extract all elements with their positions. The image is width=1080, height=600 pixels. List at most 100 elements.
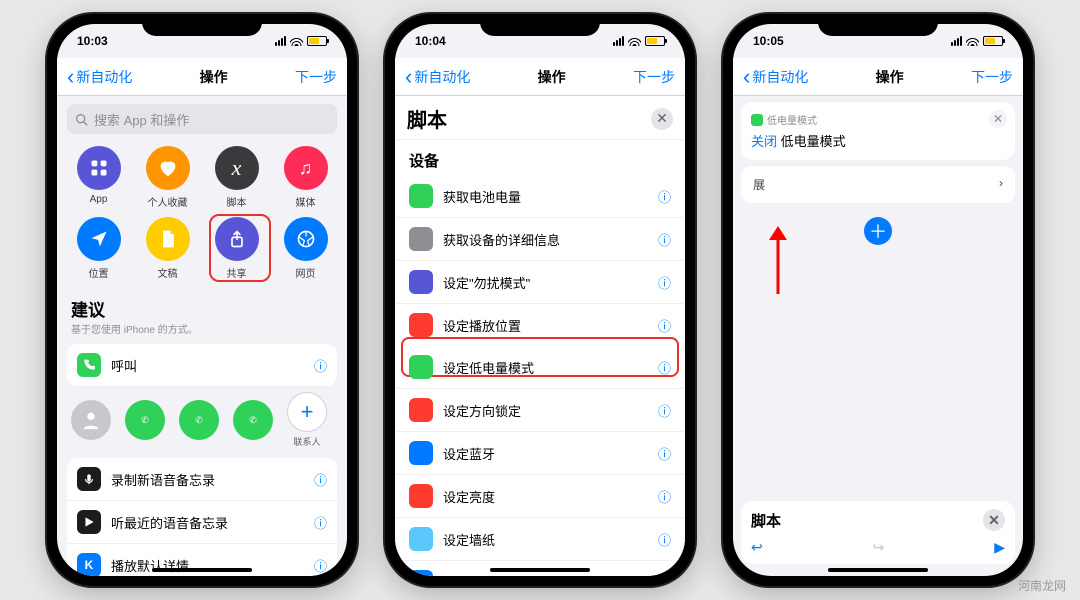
script-item[interactable]: 设定亮度ⓘ	[395, 474, 685, 517]
scripts-header: 脚本	[407, 104, 447, 133]
contact-avatar[interactable]	[71, 400, 111, 440]
footer-close-button[interactable]: ✕	[983, 509, 1005, 531]
add-action-button[interactable]: ＋	[864, 217, 892, 245]
category-App[interactable]: App	[67, 146, 130, 209]
category-共享[interactable]: 共享	[205, 217, 268, 280]
next-button[interactable]: 下一步	[295, 67, 337, 87]
delete-action-button[interactable]: ✕	[989, 110, 1007, 128]
footer-panel[interactable]: 脚本✕ ↩ ↪ ▶	[741, 501, 1015, 564]
script-item[interactable]: 获取设备的详细信息ⓘ	[395, 217, 685, 260]
info-icon[interactable]: ⓘ	[658, 487, 671, 506]
contact-call-2[interactable]: ✆	[179, 400, 219, 440]
back-button[interactable]: 新自动化	[67, 67, 132, 87]
watermark: 河南龙网	[1018, 577, 1066, 594]
category-icon: ♫	[284, 146, 328, 190]
suggestion-row[interactable]: 听最近的语音备忘录ⓘ	[67, 500, 337, 543]
suggestions-title: 建议	[67, 294, 337, 321]
script-item[interactable]: 设定"勿扰模式"ⓘ	[395, 260, 685, 303]
search-input[interactable]: 搜索 App 和操作	[67, 104, 337, 134]
nav-bar: 新自动化 操作 下一步	[395, 58, 685, 96]
expand-row[interactable]: 展 ›	[741, 166, 1015, 203]
script-icon	[409, 184, 433, 208]
app-icon	[77, 467, 101, 491]
category-个人收藏[interactable]: 个人收藏	[136, 146, 199, 209]
script-icon	[409, 227, 433, 251]
info-icon[interactable]: ⓘ	[658, 273, 671, 292]
play-button[interactable]: ▶	[994, 539, 1005, 556]
search-icon	[75, 113, 88, 126]
script-icon	[409, 527, 433, 551]
info-icon[interactable]: ⓘ	[658, 401, 671, 420]
home-indicator[interactable]	[490, 568, 590, 572]
battery-icon	[307, 36, 327, 46]
script-icon	[409, 484, 433, 508]
suggestions-subtitle: 基于您使用 iPhone 的方式。	[67, 321, 337, 344]
home-indicator[interactable]	[152, 568, 252, 572]
notch	[818, 14, 938, 36]
app-icon: K	[77, 553, 101, 576]
category-icon	[146, 217, 190, 261]
status-time: 10:04	[415, 34, 446, 48]
script-icon	[409, 270, 433, 294]
action-keyword[interactable]: 关闭	[751, 134, 777, 149]
nav-title: 操作	[538, 67, 566, 87]
action-card-low-power[interactable]: 低电量模式 ✕ 关闭 低电量模式	[741, 102, 1015, 160]
redo-button: ↪	[873, 539, 885, 556]
script-item[interactable]: 设定播放位置ⓘ	[395, 303, 685, 346]
category-媒体[interactable]: ♫媒体	[274, 146, 337, 209]
info-icon[interactable]: ⓘ	[658, 530, 671, 549]
next-button[interactable]: 下一步	[633, 67, 675, 87]
close-button[interactable]: ✕	[651, 108, 673, 130]
category-位置[interactable]: 位置	[67, 217, 130, 280]
category-文稿[interactable]: 文稿	[136, 217, 199, 280]
notch	[480, 14, 600, 36]
phone-icon	[77, 353, 101, 377]
script-item[interactable]: 设定低电量模式ⓘ	[395, 346, 685, 388]
category-icon	[215, 217, 259, 261]
home-indicator[interactable]	[828, 568, 928, 572]
battery-icon	[751, 114, 763, 126]
call-row[interactable]: 呼叫 ⓘ	[67, 344, 337, 386]
nav-bar: 新自动化 操作 下一步	[57, 58, 347, 96]
action-text: 低电量模式	[781, 134, 846, 149]
category-icon	[146, 146, 190, 190]
nav-title: 操作	[876, 67, 904, 87]
info-icon[interactable]: ⓘ	[658, 316, 671, 335]
phone-1: 10:03 新自动化 操作 下一步 搜索 App 和操作 Ap	[47, 14, 357, 586]
script-icon	[409, 570, 433, 576]
suggestion-row[interactable]: 录制新语音备忘录ⓘ	[67, 458, 337, 500]
script-item[interactable]: 设定方向锁定ⓘ	[395, 388, 685, 431]
category-网页[interactable]: 网页	[274, 217, 337, 280]
contact-call-3[interactable]: ✆	[233, 400, 273, 440]
info-icon[interactable]: ⓘ	[314, 556, 327, 575]
next-button[interactable]: 下一步	[971, 67, 1013, 87]
info-icon[interactable]: ⓘ	[314, 356, 327, 375]
device-section-title: 设备	[395, 140, 685, 175]
script-item[interactable]: 获取电池电量ⓘ	[395, 175, 685, 217]
contact-call-1[interactable]: ✆	[125, 400, 165, 440]
back-button[interactable]: 新自动化	[405, 67, 470, 87]
info-icon[interactable]: ⓘ	[658, 573, 671, 577]
add-contact[interactable]: +联系人	[287, 392, 327, 448]
category-icon	[77, 146, 121, 190]
info-icon[interactable]: ⓘ	[314, 513, 327, 532]
info-icon[interactable]: ⓘ	[314, 470, 327, 489]
category-脚本[interactable]: x脚本	[205, 146, 268, 209]
script-item[interactable]: 设定墙纸ⓘ	[395, 517, 685, 560]
info-icon[interactable]: ⓘ	[658, 230, 671, 249]
undo-button[interactable]: ↩	[751, 539, 763, 556]
script-item[interactable]: 设定蓝牙ⓘ	[395, 431, 685, 474]
category-icon	[284, 217, 328, 261]
script-icon	[409, 398, 433, 422]
back-button[interactable]: 新自动化	[743, 67, 808, 87]
info-icon[interactable]: ⓘ	[658, 444, 671, 463]
info-icon[interactable]: ⓘ	[658, 358, 671, 377]
signal-icon	[275, 36, 286, 46]
info-icon[interactable]: ⓘ	[658, 187, 671, 206]
category-icon	[77, 217, 121, 261]
annotation-arrow	[765, 226, 791, 296]
card-app-name: 低电量模式	[767, 112, 817, 127]
nav-title: 操作	[200, 67, 228, 87]
script-icon	[409, 441, 433, 465]
search-placeholder: 搜索 App 和操作	[94, 110, 189, 129]
